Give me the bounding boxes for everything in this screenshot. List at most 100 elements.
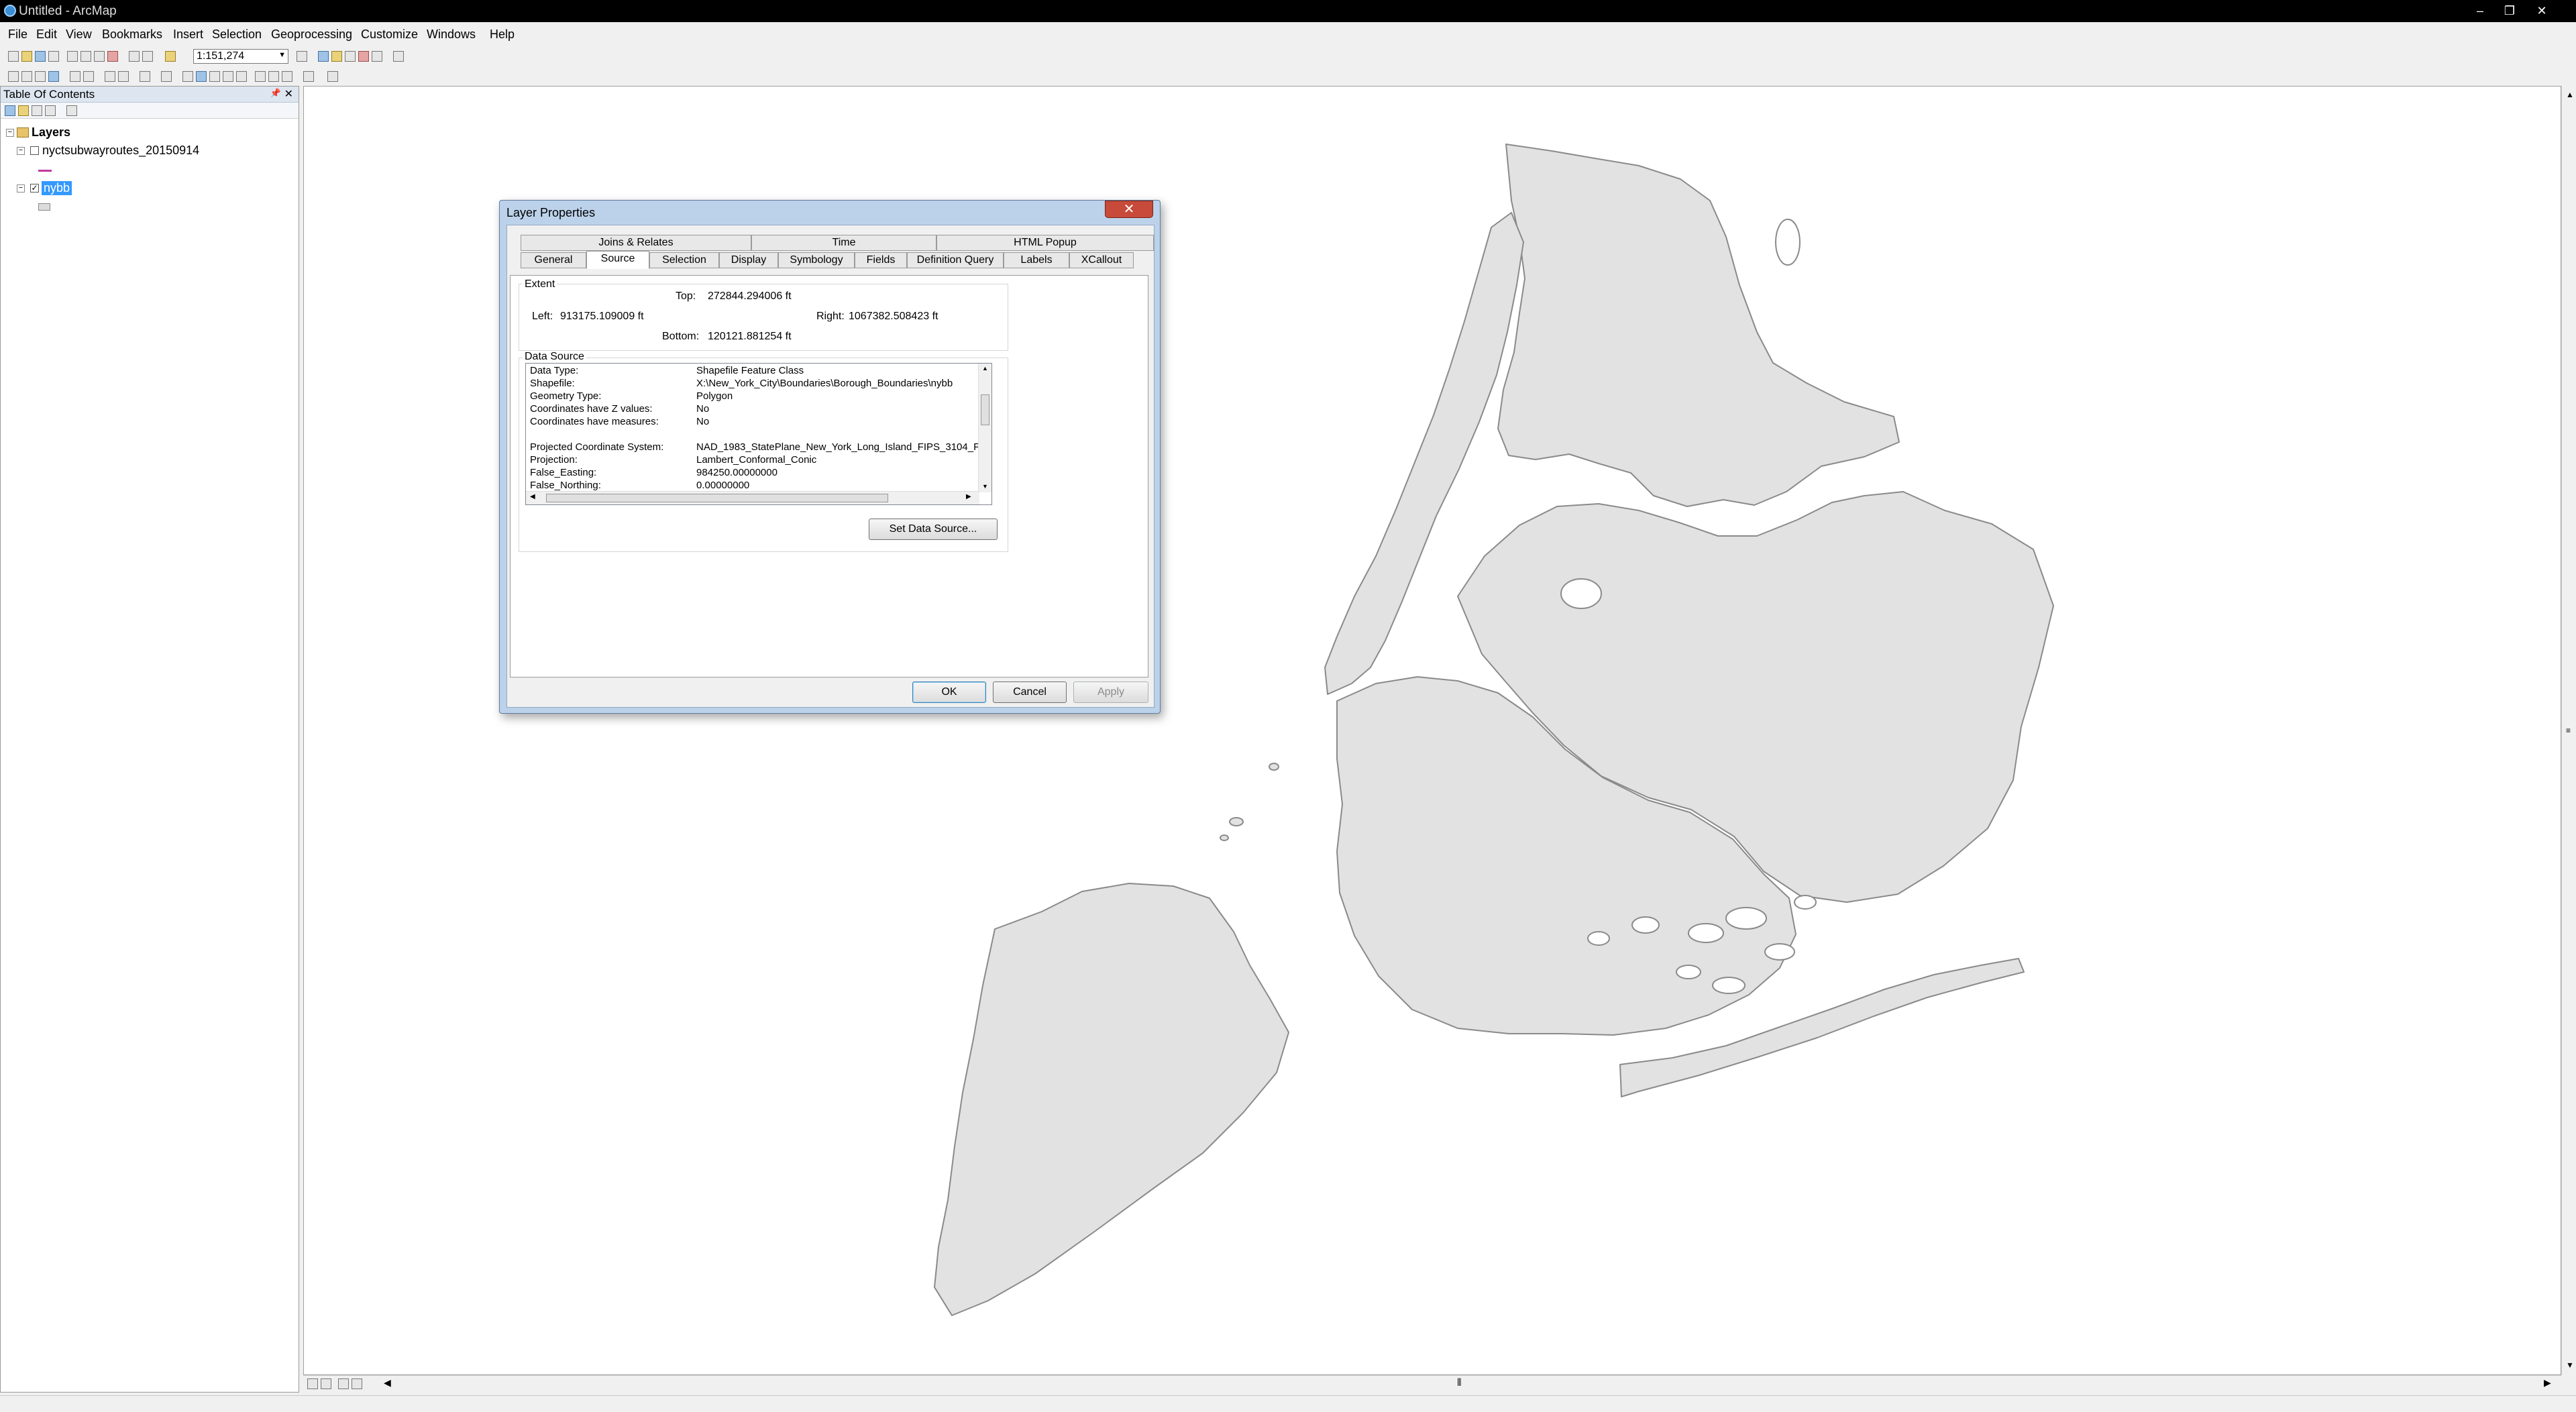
identify-icon[interactable]	[196, 71, 207, 82]
search-window-icon[interactable]	[345, 51, 356, 62]
tab-labels[interactable]: Labels	[1004, 252, 1069, 268]
list-horizontal-scrollbar[interactable]: ◀ ▶	[526, 491, 979, 504]
modelbuilder-icon[interactable]	[393, 51, 404, 62]
save-icon[interactable]	[35, 51, 46, 62]
full-extent-icon[interactable]	[48, 71, 59, 82]
menu-edit[interactable]: Edit	[36, 28, 57, 42]
redo-icon[interactable]	[142, 51, 153, 62]
close-icon[interactable]: ✕	[2532, 3, 2552, 19]
polygon-symbol[interactable]	[38, 203, 50, 211]
layout-view-icon[interactable]	[321, 1378, 331, 1389]
scroll-right-icon[interactable]: ▶	[2544, 1377, 2551, 1389]
tab-xcallout[interactable]: XCallout	[1069, 252, 1134, 268]
tab-source[interactable]: Source	[586, 251, 649, 269]
scroll-down-icon[interactable]: ▼	[982, 483, 988, 490]
menu-view[interactable]: View	[66, 28, 92, 42]
list-vertical-scrollbar[interactable]: ▲ ▼	[978, 364, 991, 492]
find-route-icon[interactable]	[268, 71, 279, 82]
scroll-thumb[interactable]	[546, 494, 888, 502]
pause-drawing-icon[interactable]	[352, 1378, 362, 1389]
add-data-icon[interactable]	[165, 51, 176, 62]
menu-geoprocessing[interactable]: Geoprocessing	[271, 28, 352, 42]
tab-symbology[interactable]: Symbology	[778, 252, 855, 268]
pin-icon[interactable]: 📌	[270, 88, 281, 99]
options-icon[interactable]	[66, 105, 77, 116]
layer-visibility-checkbox[interactable]: ✓	[30, 184, 39, 193]
measure-icon[interactable]	[236, 71, 247, 82]
menu-selection[interactable]: Selection	[212, 28, 262, 42]
fixed-zoom-out-icon[interactable]	[83, 71, 94, 82]
menu-help[interactable]: Help	[490, 28, 515, 42]
data-view-icon[interactable]	[307, 1378, 318, 1389]
line-symbol[interactable]	[38, 170, 52, 172]
collapse-layers-icon[interactable]: −	[6, 129, 14, 137]
menu-windows[interactable]: Windows	[427, 28, 476, 42]
scroll-up-icon[interactable]: ▲	[2566, 90, 2574, 99]
scroll-right-icon[interactable]: ▶	[966, 493, 971, 500]
zoom-out-icon[interactable]	[21, 71, 32, 82]
cancel-button[interactable]: Cancel	[993, 682, 1067, 703]
tab-joins-relates[interactable]: Joins & Relates	[521, 235, 751, 251]
scroll-thumb[interactable]	[981, 394, 989, 425]
copy-icon[interactable]	[80, 51, 91, 62]
scroll-thumb-grip[interactable]: ≡	[2566, 726, 2571, 735]
map-vertical-scrollbar[interactable]: ▲ ≡ ▼	[2561, 86, 2576, 1375]
data-source-details-list[interactable]: Data Type: Shapefile Feature Class Shapef…	[525, 363, 992, 505]
arctoolbox-icon[interactable]	[358, 51, 369, 62]
layer-name-nybb[interactable]: nybb	[42, 181, 72, 195]
tab-display[interactable]: Display	[719, 252, 778, 268]
delete-icon[interactable]	[107, 51, 118, 62]
find-icon[interactable]	[255, 71, 266, 82]
print-icon[interactable]	[48, 51, 59, 62]
list-by-drawing-order-icon[interactable]	[5, 105, 15, 116]
catalog-window-icon[interactable]	[331, 51, 342, 62]
ok-button[interactable]: OK	[912, 682, 986, 703]
scroll-left-icon[interactable]: ◀	[384, 1377, 391, 1389]
menu-insert[interactable]: Insert	[173, 28, 203, 42]
scroll-up-icon[interactable]: ▲	[982, 365, 988, 372]
tab-general[interactable]: General	[521, 252, 586, 268]
map-scale-combo[interactable]: 1:151,274 ▼	[193, 49, 288, 64]
paste-icon[interactable]	[94, 51, 105, 62]
forward-extent-icon[interactable]	[118, 71, 129, 82]
select-features-icon[interactable]	[140, 71, 150, 82]
hyperlink-icon[interactable]	[209, 71, 220, 82]
editor-toolbar-icon[interactable]	[297, 51, 307, 62]
undo-icon[interactable]	[129, 51, 140, 62]
go-to-xy-icon[interactable]	[282, 71, 292, 82]
open-icon[interactable]	[21, 51, 32, 62]
tab-time[interactable]: Time	[751, 235, 936, 251]
scroll-down-icon[interactable]: ▼	[2566, 1360, 2574, 1370]
scroll-thumb-grip[interactable]: ⦀	[1457, 1377, 1462, 1389]
scroll-left-icon[interactable]: ◀	[530, 493, 535, 500]
close-icon[interactable]: ✕	[1105, 201, 1153, 218]
collapse-layer-icon[interactable]: −	[17, 184, 25, 193]
tab-selection[interactable]: Selection	[649, 252, 719, 268]
refresh-icon[interactable]	[338, 1378, 349, 1389]
menu-customize[interactable]: Customize	[361, 28, 418, 42]
list-by-visibility-icon[interactable]	[32, 105, 42, 116]
tab-html-popup[interactable]: HTML Popup	[936, 235, 1154, 251]
layer-name-subway[interactable]: nyctsubwayroutes_20150914	[42, 144, 199, 158]
toc-window-icon[interactable]	[318, 51, 329, 62]
time-slider-icon[interactable]	[303, 71, 314, 82]
minimize-icon[interactable]: –	[2470, 3, 2490, 19]
close-icon[interactable]: ✕	[284, 87, 293, 101]
python-window-icon[interactable]	[372, 51, 382, 62]
menu-file[interactable]: File	[8, 28, 28, 42]
zoom-in-icon[interactable]	[8, 71, 19, 82]
tab-definition-query[interactable]: Definition Query	[907, 252, 1004, 268]
apply-button[interactable]: Apply	[1073, 682, 1148, 703]
tab-fields[interactable]: Fields	[855, 252, 907, 268]
menu-bookmarks[interactable]: Bookmarks	[102, 28, 162, 42]
collapse-layer-icon[interactable]: −	[17, 147, 25, 155]
new-icon[interactable]	[8, 51, 19, 62]
select-elements-icon[interactable]	[182, 71, 193, 82]
fixed-zoom-in-icon[interactable]	[70, 71, 80, 82]
list-by-source-icon[interactable]	[18, 105, 29, 116]
pan-icon[interactable]	[35, 71, 46, 82]
cut-icon[interactable]	[67, 51, 78, 62]
set-data-source-button[interactable]: Set Data Source...	[869, 519, 998, 540]
create-viewer-icon[interactable]	[327, 71, 338, 82]
layer-visibility-checkbox[interactable]	[30, 146, 39, 155]
